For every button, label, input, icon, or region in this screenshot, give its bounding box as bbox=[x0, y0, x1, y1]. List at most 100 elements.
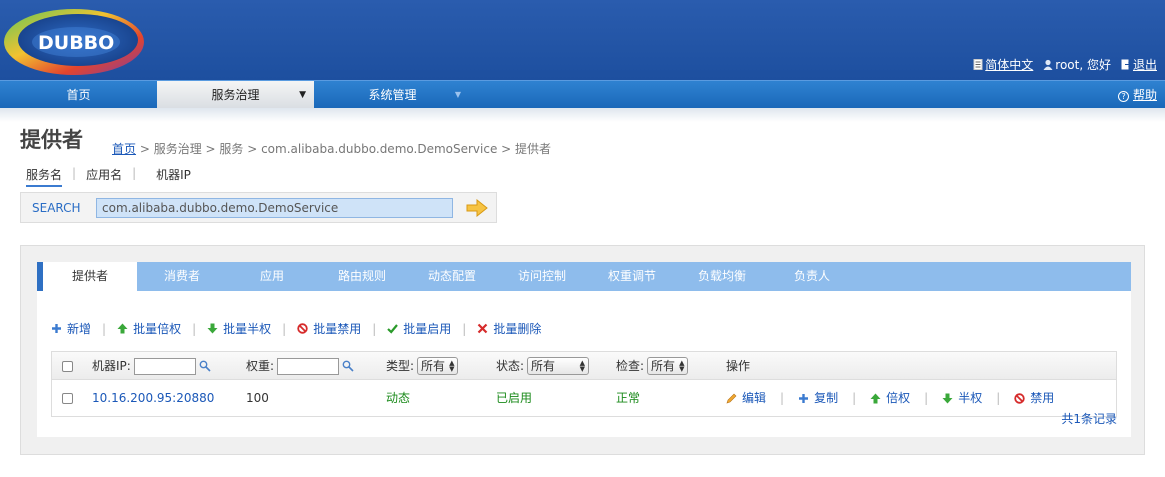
nav-system-management[interactable]: 系统管理 ▼ bbox=[314, 81, 471, 109]
tab-consumers[interactable]: 消费者 bbox=[137, 262, 227, 291]
dubbo-logo[interactable]: DUBBO bbox=[2, 4, 146, 78]
search-label: SEARCH bbox=[32, 201, 81, 215]
divider: | bbox=[996, 391, 1001, 405]
tab-applications[interactable]: 应用 bbox=[227, 262, 317, 291]
double-weight-button[interactable]: 倍权 bbox=[870, 381, 910, 416]
divider: | bbox=[852, 391, 857, 405]
header-bar: DUBBO 简体中文 root, 您好 退出 bbox=[0, 0, 1165, 80]
help-link[interactable]: ? 帮助 bbox=[1118, 81, 1157, 109]
help-icon: ? bbox=[1118, 91, 1130, 102]
batch-double-button[interactable]: 批量倍权 bbox=[117, 320, 181, 337]
half-weight-button[interactable]: 半权 bbox=[942, 381, 982, 416]
divider: | bbox=[924, 391, 929, 405]
edit-button[interactable]: 编辑 bbox=[726, 381, 766, 416]
batch-enable-button[interactable]: 批量启用 bbox=[387, 320, 451, 337]
ip-header-label: 机器IP: bbox=[92, 359, 131, 373]
user-greeting: root, 您好 bbox=[1055, 58, 1111, 72]
top-links: 简体中文 root, 您好 退出 bbox=[973, 56, 1157, 73]
divider: | bbox=[780, 391, 785, 405]
page-title: 提供者 bbox=[20, 128, 83, 152]
table-header: 机器IP: 权重: 类型: 所有 ▲ ▼ 状态: 所有 ▲ ▼ 检查: 所有 ▲… bbox=[52, 352, 1116, 380]
delete-x-icon bbox=[478, 323, 488, 334]
tab-weights[interactable]: 权重调节 bbox=[587, 262, 677, 291]
nav-system-management-label: 系统管理 bbox=[368, 88, 417, 102]
search-icon[interactable] bbox=[342, 360, 354, 372]
arrow-down-icon bbox=[207, 323, 218, 334]
batch-half-label: 批量半权 bbox=[223, 322, 272, 336]
select-all-checkbox[interactable] bbox=[62, 360, 73, 372]
batch-delete-label: 批量删除 bbox=[493, 322, 542, 336]
select-arrows-icon: ▲ ▼ bbox=[579, 359, 586, 373]
breadcrumb-path: > 服务治理 > 服务 > com.alibaba.dubbo.demo.Dem… bbox=[136, 142, 552, 156]
divider: | bbox=[132, 166, 137, 180]
tab-bar: 提供者 消费者 应用 路由规则 动态配置 访问控制 权重调节 负载均衡 负责人 bbox=[37, 262, 1131, 291]
batch-half-button[interactable]: 批量半权 bbox=[207, 320, 271, 337]
provider-address-link[interactable]: 10.16.200.95:20880 bbox=[92, 381, 214, 416]
batch-disable-button[interactable]: 批量禁用 bbox=[297, 320, 361, 337]
logout-link-text[interactable]: 退出 bbox=[1133, 58, 1157, 72]
provider-status: 已启用 bbox=[496, 391, 533, 405]
help-link-text[interactable]: 帮助 bbox=[1133, 88, 1157, 102]
row-checkbox[interactable] bbox=[62, 393, 73, 404]
logout-link[interactable]: 退出 bbox=[1121, 56, 1157, 73]
provider-check: 正常 bbox=[616, 391, 641, 405]
logo-text: DUBBO bbox=[38, 32, 115, 54]
breadcrumb-home-link[interactable]: 首页 bbox=[112, 142, 136, 156]
plus-icon bbox=[52, 324, 61, 333]
user-info: root, 您好 bbox=[1043, 56, 1111, 73]
check-filter-select[interactable]: 所有 ▲ ▼ bbox=[647, 357, 689, 375]
status-filter-value: 所有 bbox=[531, 359, 556, 373]
breadcrumb: 首页 > 服务治理 > 服务 > com.alibaba.dubbo.demo.… bbox=[112, 140, 551, 157]
plus-icon bbox=[799, 394, 809, 403]
divider: | bbox=[192, 321, 197, 336]
language-link-text[interactable]: 简体中文 bbox=[985, 58, 1033, 72]
arrow-right-icon[interactable] bbox=[466, 199, 488, 217]
search-tab-ip[interactable]: 机器IP bbox=[156, 166, 191, 187]
provider-weight: 100 bbox=[246, 391, 269, 405]
ops-header: 操作 bbox=[726, 359, 751, 373]
ip-filter-input[interactable] bbox=[133, 357, 196, 375]
type-filter-value: 所有 bbox=[421, 359, 446, 373]
check-filter-cell: 检查: 所有 ▲ ▼ bbox=[616, 352, 689, 380]
provider-type: 动态 bbox=[386, 391, 411, 405]
search-input[interactable]: com.alibaba.dubbo.demo.DemoService bbox=[96, 198, 453, 218]
batch-enable-label: 批量启用 bbox=[403, 322, 452, 336]
status-filter-select[interactable]: 所有 ▲ ▼ bbox=[527, 357, 590, 375]
type-filter-select[interactable]: 所有 ▲ ▼ bbox=[417, 357, 459, 375]
tab-providers[interactable]: 提供者 bbox=[37, 262, 137, 291]
type-filter-cell: 类型: 所有 ▲ ▼ bbox=[386, 352, 459, 380]
tab-owners[interactable]: 负责人 bbox=[767, 262, 857, 291]
batch-disable-label: 批量禁用 bbox=[313, 322, 362, 336]
copy-button[interactable]: 复制 bbox=[798, 381, 838, 416]
check-icon bbox=[387, 324, 399, 334]
nav-service-governance[interactable]: 服务治理 ▼ bbox=[157, 81, 314, 109]
search-tab-service[interactable]: 服务名 bbox=[26, 166, 63, 187]
record-count: 共1条记录 bbox=[1061, 412, 1117, 426]
row-select-cell bbox=[62, 381, 73, 416]
select-arrows-icon: ▲ ▼ bbox=[449, 359, 455, 373]
search-box: SEARCH com.alibaba.dubbo.demo.DemoServic… bbox=[20, 192, 497, 223]
double-weight-label: 倍权 bbox=[886, 391, 911, 405]
status-header-label: 状态: bbox=[496, 359, 525, 373]
tab-load-balance[interactable]: 负载均衡 bbox=[677, 262, 767, 291]
search-tab-application[interactable]: 应用名 bbox=[86, 166, 122, 187]
divider: | bbox=[462, 321, 467, 336]
search-icon[interactable] bbox=[199, 360, 211, 372]
nav-home[interactable]: 首页 bbox=[0, 81, 157, 109]
main-nav: 首页 服务治理 ▼ 系统管理 ▼ ? 帮助 bbox=[0, 80, 1165, 109]
weight-filter-input[interactable] bbox=[277, 357, 340, 375]
providers-table: 机器IP: 权重: 类型: 所有 ▲ ▼ 状态: 所有 ▲ ▼ 检查: 所有 ▲… bbox=[51, 351, 1117, 417]
batch-delete-button[interactable]: 批量删除 bbox=[477, 320, 541, 337]
caret-down-icon: ▼ bbox=[454, 90, 461, 99]
add-button[interactable]: 新增 bbox=[51, 320, 91, 337]
weight-filter-cell: 权重: bbox=[246, 352, 354, 380]
tab-routes[interactable]: 路由规则 bbox=[317, 262, 407, 291]
status-filter-cell: 状态: 所有 ▲ ▼ bbox=[496, 352, 590, 380]
disable-button[interactable]: 禁用 bbox=[1014, 381, 1054, 416]
select-arrows-icon: ▲ ▼ bbox=[679, 359, 685, 373]
pencil-icon bbox=[726, 393, 737, 404]
language-link[interactable]: 简体中文 bbox=[973, 56, 1033, 73]
tab-dynamic-config[interactable]: 动态配置 bbox=[407, 262, 497, 291]
document-icon bbox=[973, 59, 983, 70]
tab-access-control[interactable]: 访问控制 bbox=[497, 262, 587, 291]
